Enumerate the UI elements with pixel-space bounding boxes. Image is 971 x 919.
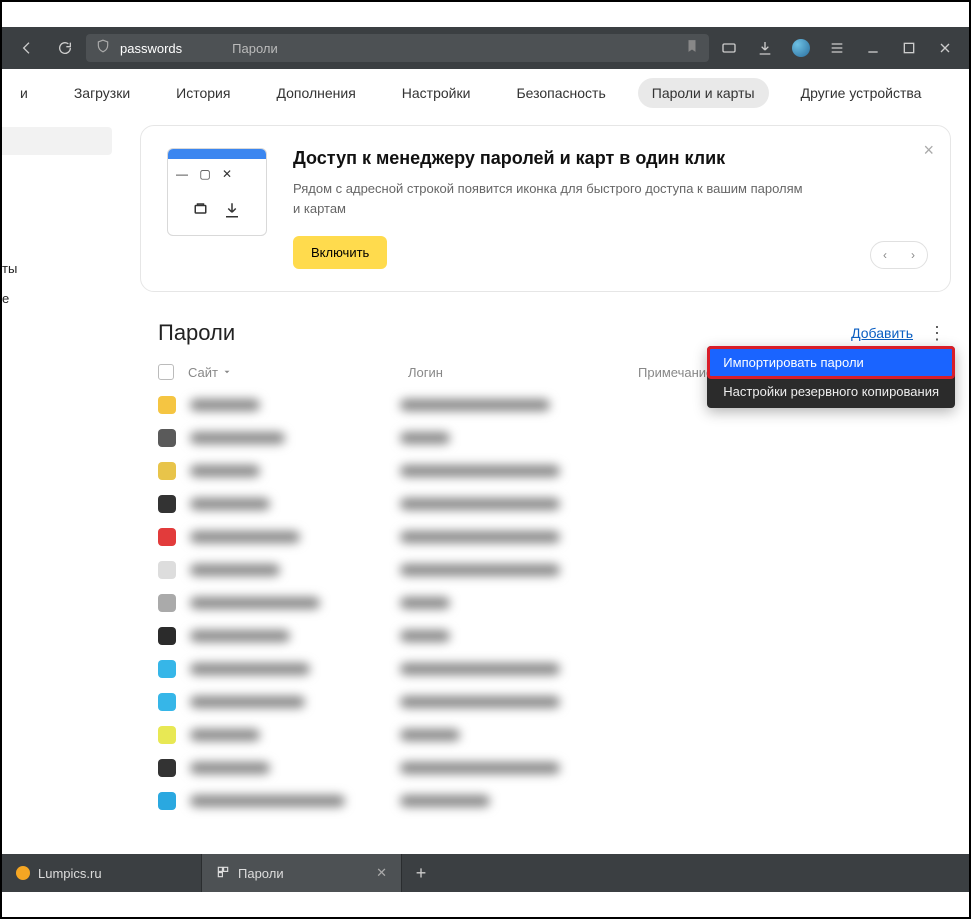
bookmark-icon[interactable] bbox=[685, 39, 699, 58]
new-tab-button[interactable]: + bbox=[402, 854, 440, 892]
nav-tab-0[interactable]: и bbox=[20, 78, 42, 108]
sidebar-active-block[interactable] bbox=[2, 127, 112, 155]
table-row[interactable] bbox=[158, 619, 933, 652]
chevron-left-icon[interactable]: ‹ bbox=[883, 248, 887, 262]
nav-tab-downloads[interactable]: Загрузки bbox=[60, 78, 144, 108]
nav-tab-passwords[interactable]: Пароли и карты bbox=[638, 78, 769, 108]
table-row[interactable] bbox=[158, 586, 933, 619]
more-menu-icon[interactable]: ⋮ bbox=[923, 324, 951, 342]
table-row[interactable] bbox=[158, 454, 933, 487]
back-button[interactable] bbox=[10, 33, 44, 63]
maximize-window-icon[interactable] bbox=[893, 33, 925, 63]
add-password-link[interactable]: Добавить bbox=[851, 325, 913, 341]
table-row[interactable] bbox=[158, 421, 933, 454]
nav-tab-addons[interactable]: Дополнения bbox=[262, 78, 369, 108]
tab-close-icon[interactable]: ✕ bbox=[376, 865, 387, 881]
extension-icon[interactable] bbox=[713, 33, 745, 63]
main-content: × — ▢ ✕ Доступ к менеджеру паролей и кар… bbox=[122, 117, 969, 837]
col-login[interactable]: Логин bbox=[408, 365, 638, 380]
promo-pager[interactable]: ‹ › bbox=[870, 241, 928, 269]
downloads-icon[interactable] bbox=[749, 33, 781, 63]
sidebar-item[interactable]: ты bbox=[2, 253, 122, 283]
promo-text: Рядом с адресной строкой появится иконка… bbox=[293, 179, 813, 218]
browser-tab-bar: Lumpics.ru Пароли ✕ + bbox=[2, 854, 969, 892]
profile-avatar-icon[interactable] bbox=[785, 33, 817, 63]
promo-close-icon[interactable]: × bbox=[923, 140, 934, 161]
reload-button[interactable] bbox=[48, 33, 82, 63]
password-list bbox=[140, 388, 951, 817]
tab-title: Lumpics.ru bbox=[38, 866, 102, 881]
promo-enable-button[interactable]: Включить bbox=[293, 236, 387, 269]
address-bar[interactable]: passwords Пароли bbox=[86, 34, 709, 62]
sidebar: ты е bbox=[2, 117, 122, 837]
minimize-window-icon[interactable] bbox=[857, 33, 889, 63]
tab-favicon bbox=[16, 866, 30, 880]
tab-passwords-icon bbox=[216, 865, 230, 882]
col-site[interactable]: Сайт bbox=[188, 365, 408, 380]
menu-import-passwords[interactable]: Импортировать пароли bbox=[709, 348, 953, 377]
nav-tab-settings[interactable]: Настройки bbox=[388, 78, 485, 108]
sidebar-item[interactable]: е bbox=[2, 283, 122, 313]
table-row[interactable] bbox=[158, 685, 933, 718]
browser-toolbar: passwords Пароли bbox=[2, 27, 969, 69]
promo-illustration: — ▢ ✕ bbox=[167, 148, 267, 236]
table-row[interactable] bbox=[158, 652, 933, 685]
table-row[interactable] bbox=[158, 553, 933, 586]
browser-tab[interactable]: Lumpics.ru bbox=[2, 854, 202, 892]
nav-tab-devices[interactable]: Другие устройства bbox=[787, 78, 936, 108]
section-header: Пароли Добавить ⋮ Импортировать пароли Н… bbox=[158, 320, 951, 346]
close-window-icon[interactable] bbox=[929, 33, 961, 63]
menu-backup-settings[interactable]: Настройки резервного копирования bbox=[709, 377, 953, 406]
menu-icon[interactable] bbox=[821, 33, 853, 63]
nav-tab-history[interactable]: История bbox=[162, 78, 244, 108]
url-page-title: Пароли bbox=[232, 41, 278, 56]
chevron-right-icon[interactable]: › bbox=[911, 248, 915, 262]
select-all-checkbox[interactable] bbox=[158, 364, 174, 380]
url-text: passwords bbox=[120, 41, 182, 56]
table-row[interactable] bbox=[158, 784, 933, 817]
browser-tab-active[interactable]: Пароли ✕ bbox=[202, 854, 402, 892]
security-shield-icon bbox=[96, 39, 110, 58]
table-row[interactable] bbox=[158, 751, 933, 784]
promo-title: Доступ к менеджеру паролей и карт в один… bbox=[293, 148, 813, 169]
content-layout: ты е × — ▢ ✕ Доступ к менеджеру паролей … bbox=[2, 117, 969, 837]
context-menu: Импортировать пароли Настройки резервног… bbox=[707, 346, 955, 408]
promo-card: × — ▢ ✕ Доступ к менеджеру паролей и кар… bbox=[140, 125, 951, 292]
table-row[interactable] bbox=[158, 520, 933, 553]
settings-nav: и Загрузки История Дополнения Настройки … bbox=[2, 69, 969, 117]
nav-tab-security[interactable]: Безопасность bbox=[502, 78, 619, 108]
promo-body: Доступ к менеджеру паролей и карт в один… bbox=[293, 148, 813, 269]
tab-title: Пароли bbox=[238, 866, 284, 881]
section-title: Пароли bbox=[158, 320, 235, 346]
table-row[interactable] bbox=[158, 718, 933, 751]
table-row[interactable] bbox=[158, 487, 933, 520]
